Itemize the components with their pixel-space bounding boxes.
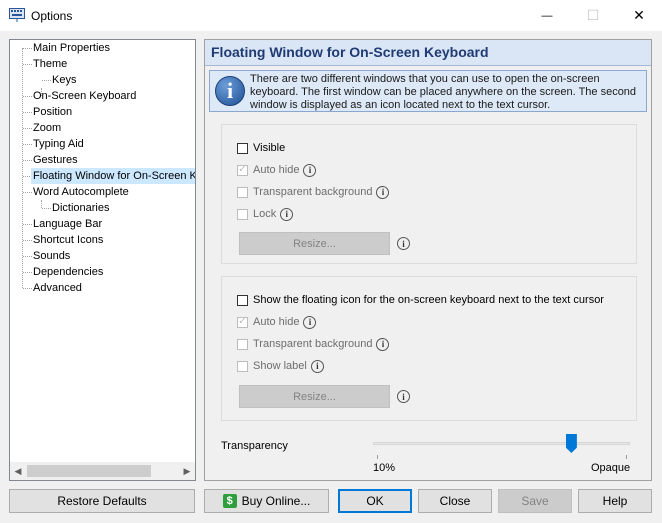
checkbox-box xyxy=(237,186,248,198)
transparency-label: Transparency xyxy=(221,440,288,452)
title-bar: Options — ☐ ✕ xyxy=(0,0,662,31)
maximize-button[interactable]: ☐ xyxy=(570,0,616,31)
transparent-background-label: Transparent background xyxy=(253,338,373,350)
transparent-background-checkbox[interactable]: Transparent background i xyxy=(237,336,390,352)
tree-item-dictionaries[interactable]: Dictionaries xyxy=(50,200,111,216)
visible-label: Visible xyxy=(253,142,286,154)
info-box: i There are two different windows that y… xyxy=(209,70,647,112)
close-window-button[interactable]: ✕ xyxy=(616,0,662,31)
settings-panel: Floating Window for On-Screen Keyboard i… xyxy=(204,39,652,481)
floating-window-group: Visible ✓ Auto hide i Transparent backgr… xyxy=(221,124,637,264)
ok-button[interactable]: OK xyxy=(338,489,412,513)
options-tree[interactable]: Main Properties Theme Keys On-Screen Key… xyxy=(9,39,196,481)
maximize-icon: ☐ xyxy=(586,7,600,23)
panel-header: Floating Window for On-Screen Keyboard xyxy=(205,40,651,66)
scroll-right-icon[interactable]: ▶ xyxy=(179,464,195,478)
transparent-background-label: Transparent background xyxy=(253,186,373,198)
tree-horizontal-scrollbar[interactable]: ◀ ▶ xyxy=(10,462,195,480)
info-icon[interactable]: i xyxy=(397,390,410,403)
transparency-slider-thumb[interactable] xyxy=(565,434,577,453)
tree-connector xyxy=(41,200,42,208)
slider-tick xyxy=(377,455,378,459)
info-icon[interactable]: i xyxy=(310,359,324,373)
page-title: Floating Window for On-Screen Keyboard xyxy=(211,44,489,60)
window-title: Options xyxy=(31,9,73,23)
visible-checkbox[interactable]: Visible xyxy=(237,140,285,156)
dollar-icon: $ xyxy=(222,494,237,508)
info-icon[interactable]: i xyxy=(376,185,390,199)
tree-item-word-autocomplete[interactable]: Word Autocomplete xyxy=(31,184,131,200)
checkbox-box xyxy=(237,208,248,220)
slider-tick xyxy=(626,455,627,459)
slider-max-label: Opaque xyxy=(591,462,631,474)
checkbox-box: ✓ xyxy=(237,316,248,328)
info-icon[interactable]: i xyxy=(303,163,317,177)
resize-button[interactable]: Resize... xyxy=(239,385,390,408)
close-button[interactable]: Close xyxy=(418,489,492,513)
tree-item-gestures[interactable]: Gestures xyxy=(31,152,80,168)
tree-item-on-screen-keyboard[interactable]: On-Screen Keyboard xyxy=(31,88,138,104)
auto-hide-checkbox[interactable]: ✓ Auto hide i xyxy=(237,162,317,178)
keyboard-app-icon xyxy=(9,8,25,22)
lock-checkbox[interactable]: Lock i xyxy=(237,206,294,222)
buy-online-label: Buy Online... xyxy=(241,494,311,508)
minimize-button[interactable]: — xyxy=(524,0,570,31)
checkbox-box xyxy=(237,142,248,154)
info-icon[interactable]: i xyxy=(376,337,390,351)
info-icon[interactable]: i xyxy=(280,207,294,221)
slider-min-label: 10% xyxy=(373,462,396,474)
scrollbar-thumb[interactable] xyxy=(27,465,151,477)
help-button[interactable]: Help xyxy=(578,489,652,513)
buy-online-button[interactable]: $ Buy Online... xyxy=(204,489,329,513)
tree-item-typing-aid[interactable]: Typing Aid xyxy=(31,136,86,152)
tree-item-keys[interactable]: Keys xyxy=(50,72,78,88)
show-floating-icon-label: Show the floating icon for the on-screen… xyxy=(253,294,604,306)
checkbox-box xyxy=(237,360,248,372)
tree-item-shortcut-icons[interactable]: Shortcut Icons xyxy=(31,232,105,248)
save-button[interactable]: Save xyxy=(498,489,572,513)
info-icon: i xyxy=(215,76,245,106)
tree-item-sounds[interactable]: Sounds xyxy=(31,248,72,264)
resize-button[interactable]: Resize... xyxy=(239,232,390,255)
info-icon[interactable]: i xyxy=(303,315,317,329)
restore-defaults-button[interactable]: Restore Defaults xyxy=(9,489,195,513)
floating-icon-group: Show the floating icon for the on-screen… xyxy=(221,276,637,421)
checkbox-box xyxy=(237,338,248,350)
show-label-label: Show label xyxy=(253,360,307,372)
info-text: There are two different windows that you… xyxy=(250,73,637,111)
show-floating-icon-checkbox[interactable]: Show the floating icon for the on-screen… xyxy=(237,292,604,308)
lock-label: Lock xyxy=(253,208,277,220)
tree-item-theme[interactable]: Theme xyxy=(31,56,69,72)
transparency-slider-track[interactable] xyxy=(373,442,630,445)
checkbox-box xyxy=(237,294,248,306)
show-label-checkbox[interactable]: Show label i xyxy=(237,358,324,374)
transparent-background-checkbox[interactable]: Transparent background i xyxy=(237,184,390,200)
close-icon: ✕ xyxy=(633,7,645,23)
minimize-icon: — xyxy=(541,9,553,22)
tree-item-zoom[interactable]: Zoom xyxy=(31,120,63,136)
tree-connector xyxy=(22,48,23,288)
tree-item-position[interactable]: Position xyxy=(31,104,74,120)
auto-hide-checkbox[interactable]: ✓ Auto hide i xyxy=(237,314,317,330)
scroll-left-icon[interactable]: ◀ xyxy=(10,464,26,478)
checkbox-box: ✓ xyxy=(237,164,248,176)
tree-item-main-properties[interactable]: Main Properties xyxy=(31,40,112,56)
info-icon[interactable]: i xyxy=(397,237,410,250)
tree-item-dependencies[interactable]: Dependencies xyxy=(31,264,105,280)
auto-hide-label: Auto hide xyxy=(253,164,300,176)
tree-item-floating-window[interactable]: Floating Window for On-Screen Ke xyxy=(31,168,195,184)
tree-item-language-bar[interactable]: Language Bar xyxy=(31,216,104,232)
tree-item-advanced[interactable]: Advanced xyxy=(31,280,84,296)
auto-hide-label: Auto hide xyxy=(253,316,300,328)
